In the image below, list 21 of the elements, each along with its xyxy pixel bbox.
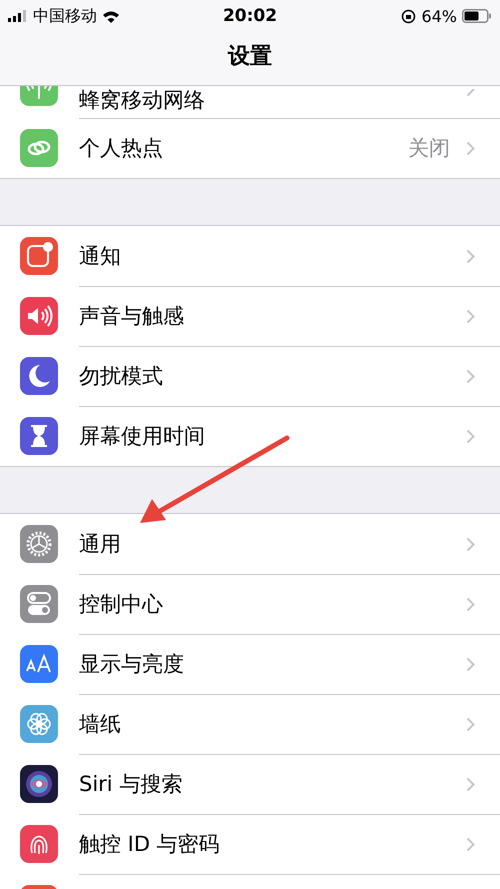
row-label[interactable]: 勿扰模式 xyxy=(79,362,466,390)
signal-icon xyxy=(8,10,28,22)
row-label[interactable]: 控制中心 xyxy=(79,590,466,618)
row-label[interactable]: 个人热点 xyxy=(79,134,408,162)
status-time: 20:02 xyxy=(222,6,278,26)
row-label[interactable]: 声音与触感 xyxy=(79,302,466,330)
row-label[interactable]: 屏幕使用时间 xyxy=(79,422,466,450)
row-label[interactable]: 通知 xyxy=(79,242,466,270)
row-label[interactable]: 通用 xyxy=(79,530,466,558)
row-label[interactable]: 显示与亮度 xyxy=(79,650,466,678)
battery-icon xyxy=(462,9,492,23)
battery-percent: 64% xyxy=(421,6,457,26)
row-label[interactable]: 蜂窝移动网络 xyxy=(79,88,466,112)
row-label[interactable]: 触控 ID 与密码 xyxy=(79,830,466,858)
page-title: 设置 xyxy=(226,43,273,71)
carrier-name: 中国移动 xyxy=(33,6,97,26)
wifi-icon xyxy=(102,10,120,22)
rotation-lock-icon xyxy=(401,8,416,24)
row-value: 关闭 xyxy=(408,135,450,162)
row-label[interactable]: Siri 与搜索 xyxy=(79,770,466,798)
row-label[interactable]: 墙纸 xyxy=(79,710,466,738)
